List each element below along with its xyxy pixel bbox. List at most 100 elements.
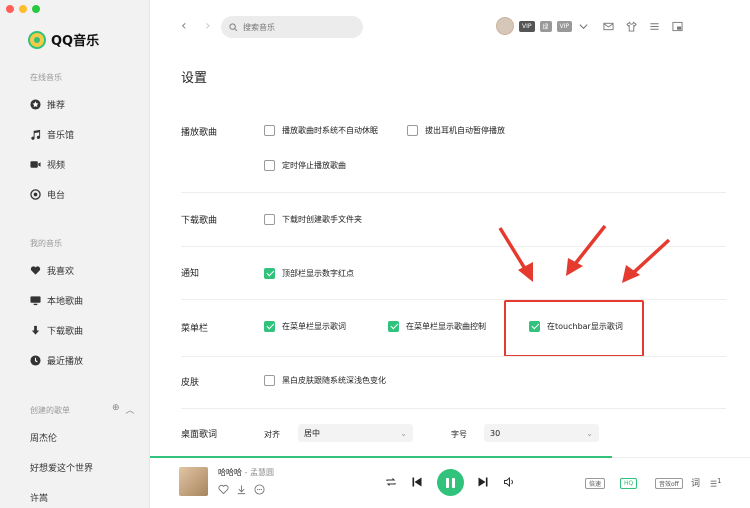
playlist-item[interactable]: 许嵩 [30, 491, 48, 504]
page-title: 设置 [181, 71, 208, 86]
play-queue-button[interactable]: ☰1 [710, 477, 721, 489]
checkbox-unchecked[interactable] [407, 125, 418, 136]
divider [181, 192, 726, 193]
search-icon [229, 22, 238, 31]
forward-arrow-icon[interactable]: › [205, 19, 211, 33]
mail-icon[interactable] [602, 20, 614, 32]
like-heart-icon[interactable] [218, 484, 229, 495]
close-window-button[interactable] [6, 5, 14, 13]
sidebar-item-label: 本地歌曲 [47, 297, 84, 307]
next-track-icon[interactable] [477, 476, 489, 488]
volume-icon[interactable] [503, 476, 515, 488]
search-bar[interactable] [221, 16, 363, 38]
zoom-window-button[interactable] [32, 5, 40, 13]
sidebar-item-label: 最近播放 [47, 357, 84, 367]
checkbox-checked[interactable] [264, 321, 275, 332]
clock-icon [30, 355, 41, 366]
sidebar-item-recommend[interactable]: 推荐 [30, 98, 65, 111]
sidebar-item-label: 下载歌曲 [47, 327, 84, 337]
menu-icon[interactable] [648, 20, 660, 32]
sidebar: QQ音乐 在线音乐 推荐 音乐馆 视频 电台 我的音乐 我喜欢 本地歌曲 下载歌… [0, 0, 150, 508]
red-arrow-icon [498, 227, 533, 282]
playlist-item[interactable]: 周杰伦 [30, 431, 57, 444]
quality-button[interactable]: HQ [620, 478, 638, 489]
option-create-artist-folder[interactable]: 下载时创建歌手文件夹 [264, 214, 362, 225]
download-icon[interactable] [236, 484, 247, 495]
sidebar-item-label: 电台 [47, 191, 66, 201]
option-menubar-controls[interactable]: 在菜单栏显示歌曲控制 [388, 321, 486, 332]
sidebar-item-label: 音乐馆 [47, 131, 75, 141]
window-controls [6, 5, 40, 13]
mini-mode-icon[interactable] [671, 20, 683, 32]
sidebar-item-recent[interactable]: 最近播放 [30, 354, 83, 367]
checkbox-unchecked[interactable] [264, 375, 275, 386]
divider [181, 299, 726, 300]
red-arrow-icon [566, 224, 607, 276]
sidebar-item-label: 我喜欢 [47, 267, 75, 277]
previous-track-icon[interactable] [411, 476, 423, 488]
add-playlist-icon[interactable]: ⊕ [112, 403, 120, 416]
minimize-window-button[interactable] [19, 5, 27, 13]
option-label: 播放歌曲时系统不自动休眠 [282, 126, 378, 135]
app-logo: QQ音乐 [28, 30, 99, 49]
font-size-select[interactable]: 30 ⌄ [484, 424, 599, 442]
option-timed-stop[interactable]: 定时停止播放歌曲 [264, 160, 346, 171]
song-title[interactable]: 哈哈哈 [218, 468, 242, 477]
option-menubar-lyrics[interactable]: 在菜单栏显示歌词 [264, 321, 346, 332]
svip-badge[interactable]: VIP [556, 20, 573, 32]
back-arrow-icon[interactable]: ‹ [181, 19, 187, 33]
avatar[interactable] [496, 17, 514, 35]
sidebar-item-local-songs[interactable]: 本地歌曲 [30, 294, 83, 307]
sound-effect-button[interactable]: 音效off [655, 478, 683, 489]
heart-icon [30, 265, 41, 276]
divider [181, 246, 726, 247]
now-playing: 哈哈哈 - 孟慧圆 [218, 467, 274, 478]
align-label: 对齐 [264, 430, 280, 439]
sidebar-item-music-hall[interactable]: 音乐馆 [30, 128, 74, 141]
playlist-tools: ⊕ ︿ [112, 403, 135, 416]
option-skin-follow-system[interactable]: 黑白皮肤跟随系统深浅色变化 [264, 375, 386, 386]
sidebar-item-label: 视频 [47, 161, 66, 171]
checkbox-checked[interactable] [388, 321, 399, 332]
lyric-button[interactable]: 词 [691, 476, 700, 489]
checkbox-checked[interactable] [264, 268, 275, 279]
option-label: 定时停止播放歌曲 [282, 161, 346, 170]
chevron-down-icon: ⌄ [400, 428, 407, 438]
checkbox-unchecked[interactable] [264, 214, 275, 225]
option-label: 在菜单栏显示歌曲控制 [406, 322, 486, 331]
collapse-chevron-icon[interactable]: ︿ [126, 403, 135, 416]
row-label-download: 下载歌曲 [181, 216, 218, 226]
option-pause-on-unplug[interactable]: 拔出耳机自动暂停播放 [407, 125, 505, 136]
repeat-mode-icon[interactable] [385, 476, 397, 488]
computer-icon [30, 295, 41, 306]
skin-shirt-icon[interactable] [625, 20, 637, 32]
option-label: 顶部栏显示数字红点 [282, 269, 354, 278]
option-show-red-dot[interactable]: 顶部栏显示数字红点 [264, 268, 354, 279]
option-label: 下载时创建歌手文件夹 [282, 215, 362, 224]
green-diamond-badge[interactable]: 绿 [539, 20, 552, 32]
pause-button[interactable] [437, 469, 464, 496]
checkbox-unchecked[interactable] [264, 125, 275, 136]
radio-icon [30, 189, 41, 200]
align-select[interactable]: 居中 ⌄ [298, 424, 413, 442]
option-label: 拔出耳机自动暂停播放 [425, 126, 505, 135]
sidebar-item-video[interactable]: 视频 [30, 158, 65, 171]
chevron-down-icon[interactable] [577, 20, 589, 32]
align-value: 居中 [304, 428, 320, 438]
sidebar-item-radio[interactable]: 电台 [30, 188, 65, 201]
playlist-item[interactable]: 好想爱这个世界 [30, 461, 93, 474]
checkbox-unchecked[interactable] [264, 160, 275, 171]
option-no-sleep-while-playing[interactable]: 播放歌曲时系统不自动休眠 [264, 125, 378, 136]
vip-badge[interactable]: VIP [519, 20, 535, 32]
sidebar-item-downloads[interactable]: 下载歌曲 [30, 324, 83, 337]
more-icon[interactable] [254, 484, 265, 495]
playback-progress[interactable] [150, 456, 612, 458]
recommend-icon [30, 99, 41, 110]
album-cover[interactable] [179, 467, 208, 496]
search-input[interactable] [243, 22, 353, 32]
speed-button[interactable]: 倍速 [585, 478, 606, 489]
sidebar-item-favorites[interactable]: 我喜欢 [30, 264, 74, 277]
option-label: 黑白皮肤跟随系统深浅色变化 [282, 376, 386, 385]
highlight-box [504, 300, 644, 357]
song-artist[interactable]: - 孟慧圆 [242, 468, 274, 477]
